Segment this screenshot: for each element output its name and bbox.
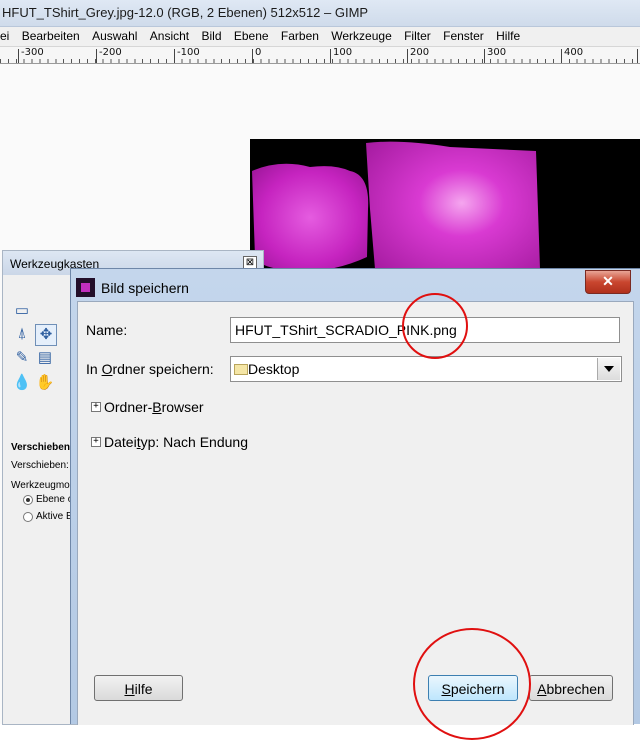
menu-select[interactable]: Auswahl	[92, 27, 137, 46]
tool-options-title: Verschieben	[11, 442, 70, 453]
ruler-label: 300	[487, 47, 507, 58]
ruler-label: -300	[21, 47, 44, 58]
smudge-icon[interactable]: ✋	[35, 373, 55, 393]
expand-icon[interactable]: +	[91, 437, 101, 447]
shirt-texture	[252, 141, 540, 278]
blur-icon[interactable]: 💧	[12, 373, 32, 393]
menu-colors[interactable]: Farben	[281, 27, 319, 46]
window-title: HFUT_TShirt_Grey.jpg-12.0 (RGB, 2 Ebenen…	[2, 5, 369, 20]
annotation-circle-save	[413, 628, 531, 740]
expand-icon[interactable]: +	[91, 402, 101, 412]
tool-mode-label: Werkzeugmod	[11, 480, 76, 491]
ruler-tick	[484, 49, 485, 63]
ruler-label: 0	[255, 47, 262, 58]
filetype-expander[interactable]: Dateityp: Nach Endung	[104, 434, 248, 450]
ruler-tick	[407, 49, 408, 63]
menu-filters[interactable]: Filter	[404, 27, 431, 46]
freeselect-icon[interactable]: ⍋	[12, 324, 32, 344]
ruler-label: 200	[410, 47, 430, 58]
radio-active-layer[interactable]	[23, 512, 33, 522]
dialog-title: Bild speichern	[101, 280, 189, 296]
ruler-tick	[252, 49, 253, 63]
ruler-label: 400	[564, 47, 584, 58]
image-canvas[interactable]	[250, 139, 640, 279]
paint-icon[interactable]: ✎	[12, 348, 32, 368]
save-image-dialog: Bild speichern ✕ Name: In Ordner speiche…	[70, 268, 640, 725]
menu-edit[interactable]: Bearbeiten	[22, 27, 80, 46]
menu-help[interactable]: Hilfe	[496, 27, 520, 46]
menu-file[interactable]: ei	[0, 27, 9, 46]
gimp-app-icon	[76, 278, 95, 297]
help-button[interactable]: Hilfe	[94, 675, 183, 701]
ruler-label: 100	[333, 47, 353, 58]
ruler-tick	[174, 49, 175, 63]
folder-select[interactable]: Desktop	[230, 356, 622, 382]
menu-tools[interactable]: Werkzeuge	[331, 27, 391, 46]
ruler-label: -100	[177, 47, 200, 58]
radio-layer[interactable]	[23, 495, 33, 505]
name-label: Name:	[86, 322, 128, 338]
folder-value: Desktop	[248, 361, 300, 377]
radio-layer-label: Ebene o	[36, 494, 74, 505]
ruler-tick	[330, 49, 331, 63]
rect-select-icon[interactable]: ▭	[12, 301, 32, 321]
gimp-title-bar: HFUT_TShirt_Grey.jpg-12.0 (RGB, 2 Ebenen…	[0, 0, 640, 27]
menu-windows[interactable]: Fenster	[443, 27, 484, 46]
menu-bar: ei Bearbeiten Auswahl Ansicht Bild Ebene…	[0, 27, 640, 47]
cancel-button[interactable]: Abbrechen	[529, 675, 613, 701]
annotation-circle-filename	[402, 293, 468, 359]
folder-label: In Ordner speichern:	[86, 361, 214, 377]
ruler-tick	[18, 49, 19, 63]
ruler-label: -200	[99, 47, 122, 58]
menu-layer[interactable]: Ebene	[234, 27, 269, 46]
folder-icon	[234, 364, 248, 375]
dialog-close-button[interactable]: ✕	[585, 270, 631, 294]
ruler-tick	[561, 49, 562, 63]
gradient-icon[interactable]: ▤	[35, 348, 55, 368]
ruler-tick	[637, 49, 638, 63]
move-label: Verschieben:	[11, 460, 69, 471]
menu-image[interactable]: Bild	[201, 27, 221, 46]
move-icon[interactable]: ✥	[35, 324, 57, 346]
folder-browser-expander[interactable]: Ordner-Browser	[104, 399, 204, 415]
dialog-body: Name: In Ordner speichern: Desktop + Ord…	[77, 301, 634, 725]
menu-view[interactable]: Ansicht	[150, 27, 189, 46]
horizontal-ruler[interactable]: -300 -200 -100 0 100 200 300 400	[0, 47, 640, 64]
chevron-down-icon[interactable]	[597, 358, 620, 380]
ruler-tick	[96, 49, 97, 63]
